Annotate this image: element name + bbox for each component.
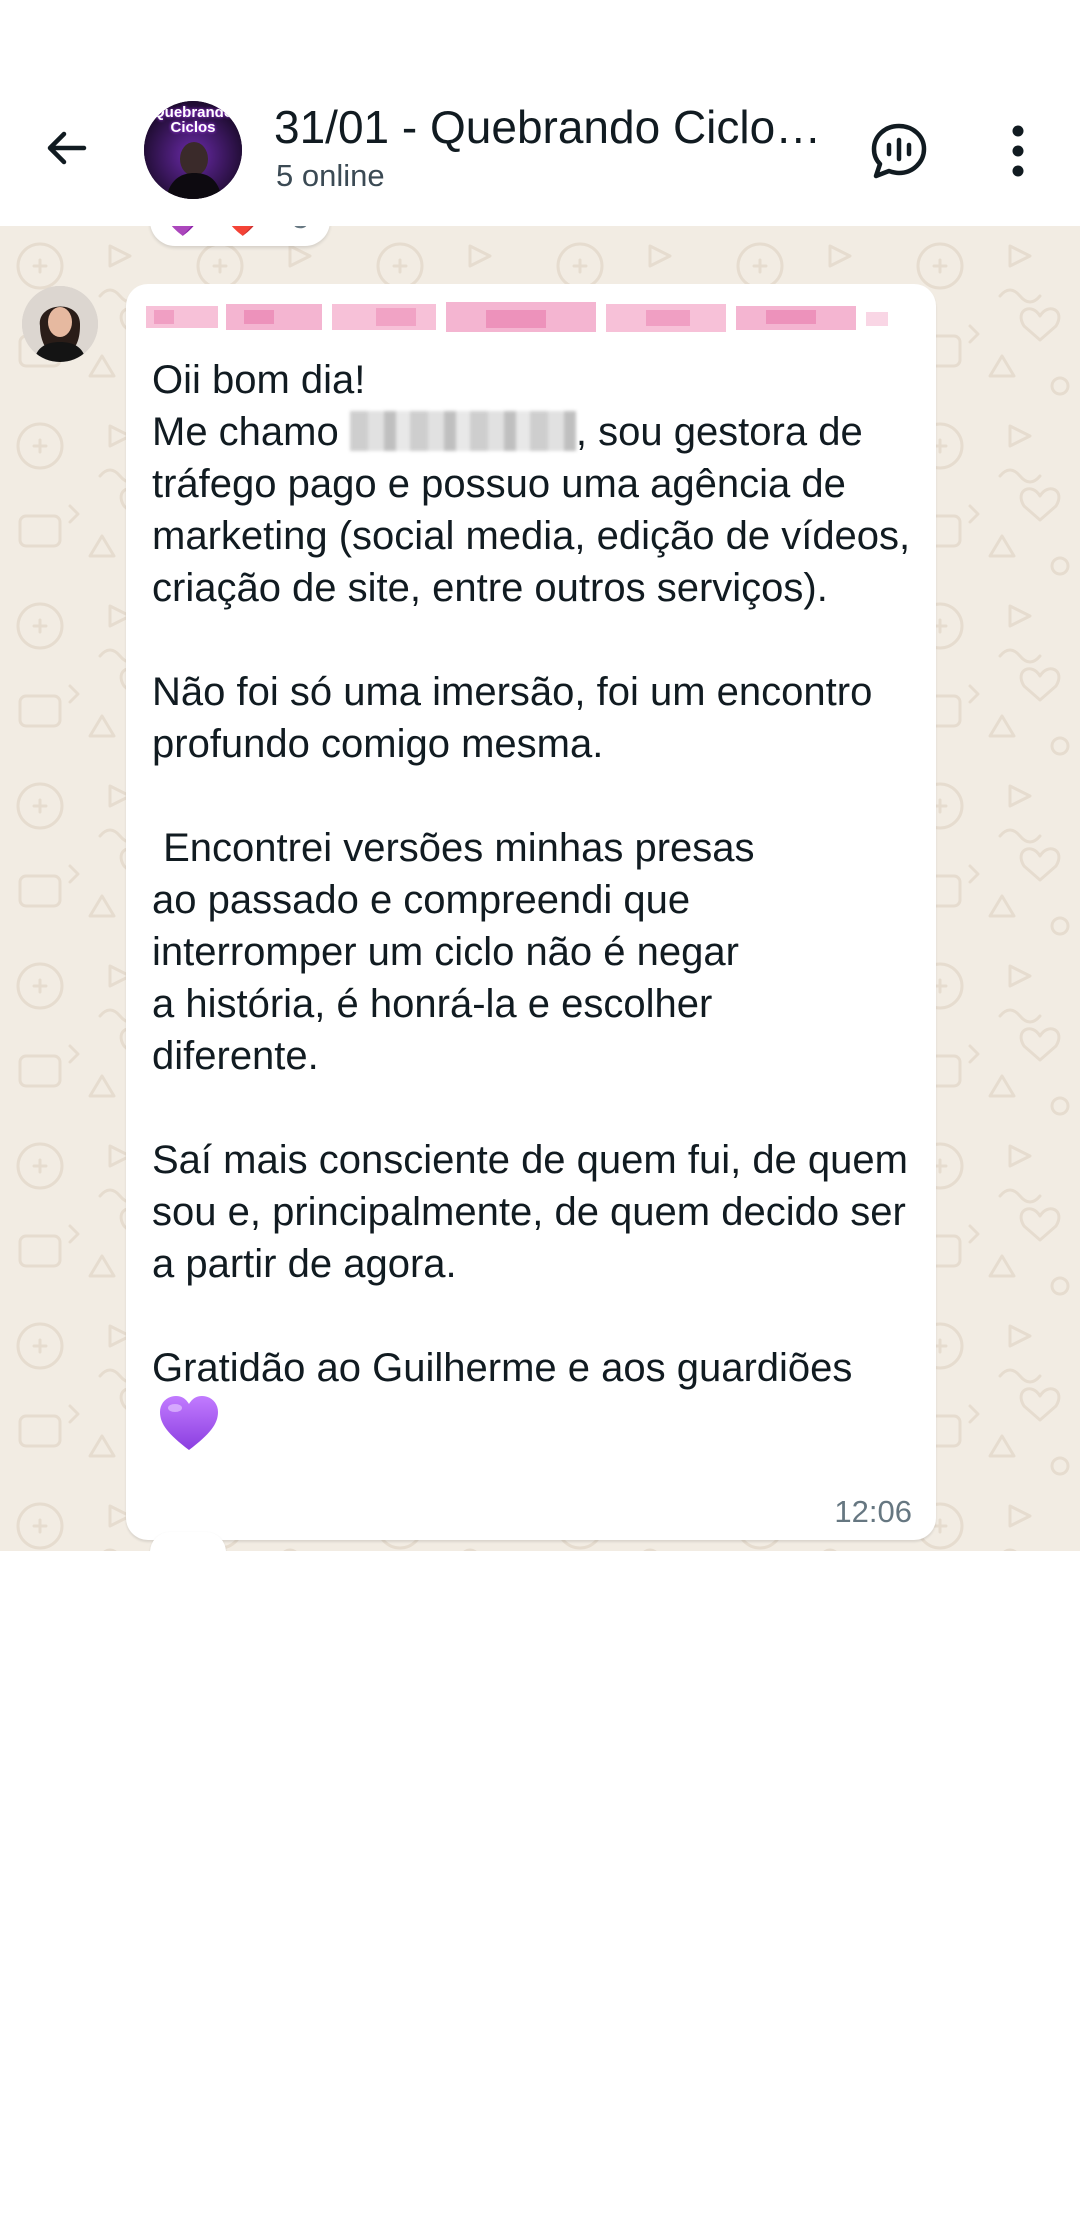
chat-area[interactable]: 💜 ❤️ 3 — [0, 226, 1080, 1551]
chat-title[interactable]: 31/01 - Quebrando Ciclo… — [274, 98, 834, 156]
message-reaction-partial[interactable] — [150, 1532, 226, 1551]
reaction-count: 3 — [292, 226, 309, 236]
sender-name-blurred — [146, 302, 888, 332]
redacted-name — [349, 411, 576, 451]
more-vertical-icon — [1012, 125, 1024, 177]
message-text: Oii bom dia! Me chamo , sou gestora de t… — [152, 354, 922, 1452]
purple-heart-reaction: 💜 — [164, 226, 201, 239]
red-heart-reaction: ❤️ — [224, 226, 261, 239]
voice-chat-icon — [871, 123, 927, 179]
arrow-back-icon — [47, 131, 87, 165]
back-button[interactable] — [36, 118, 96, 178]
message-text-part-2: , sou gestora de tráfego pago e possuo u… — [152, 410, 911, 1390]
message-text-part-1: Oii bom dia! Me chamo — [152, 358, 366, 454]
sender-avatar[interactable] — [22, 286, 98, 362]
chat-header: Quebrando Ciclos 31/01 - Quebrando Ciclo… — [0, 0, 1080, 226]
group-avatar[interactable]: Quebrando Ciclos — [144, 101, 242, 199]
previous-message-reactions[interactable]: 💜 ❤️ 3 — [150, 226, 330, 246]
purple-heart-emoji — [160, 1396, 218, 1450]
more-options-button[interactable] — [990, 118, 1046, 184]
online-status: 5 online — [276, 158, 385, 193]
group-avatar-text: Quebrando Ciclos — [152, 104, 233, 136]
message-time: 12:06 — [834, 1494, 912, 1529]
message-bubble[interactable]: Oii bom dia! Me chamo , sou gestora de t… — [126, 284, 936, 1540]
voice-chat-button[interactable] — [866, 118, 932, 184]
